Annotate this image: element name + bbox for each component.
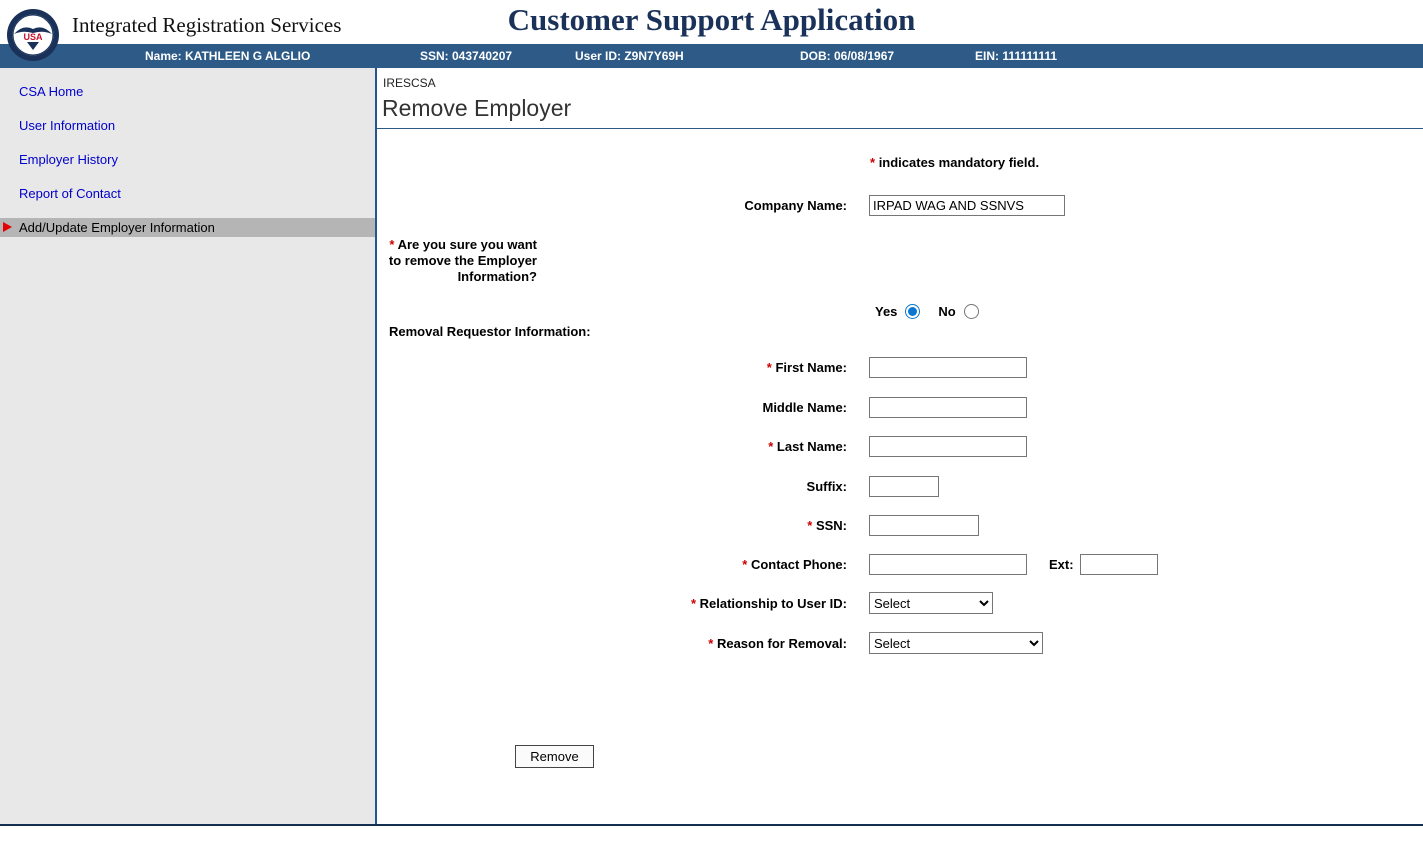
required-asterisk: * [708,636,713,651]
suffix-row: Suffix: [377,475,939,497]
contact-phone-label: * Contact Phone: [377,557,847,572]
contact-phone-row: * Contact Phone: Ext: [377,553,1158,575]
info-user-id: User ID: Z9N7Y69H [575,44,684,68]
sidebar-item-csa-home[interactable]: CSA Home [0,82,375,101]
active-item-arrow-icon [3,222,12,232]
middle-name-label: Middle Name: [377,400,847,415]
top-header: USA Integrated Registration Services Cus… [0,0,1423,44]
middle-name-input[interactable] [869,397,1027,418]
first-name-input[interactable] [869,357,1027,378]
contact-phone-input[interactable] [869,554,1027,575]
ext-label: Ext: [1049,557,1074,572]
user-info-bar: Name: KATHLEEN G ALGLIO SSN: 043740207 U… [0,44,1423,68]
relationship-row: * Relationship to User ID: Select [377,592,993,614]
org-name: Integrated Registration Services [72,13,341,38]
main-content: IRESCSA Remove Employer * indicates mand… [377,68,1423,824]
sidebar-item-report-of-contact[interactable]: Report of Contact [0,184,375,203]
ssn-input[interactable] [869,515,979,536]
sidebar-item-employer-history[interactable]: Employer History [0,150,375,169]
no-label: No [938,304,955,319]
required-asterisk: * [389,237,394,252]
page-title: Remove Employer [382,95,571,122]
required-asterisk: * [807,518,812,533]
reason-label: * Reason for Removal: [377,636,847,651]
required-asterisk: * [870,155,875,170]
first-name-row: * First Name: [377,356,1027,378]
company-name-input[interactable] [869,195,1065,216]
no-radio[interactable] [964,304,979,319]
sidebar-item-add-update-employer-information[interactable]: Add/Update Employer Information [0,218,375,237]
required-asterisk: * [768,439,773,454]
suffix-input[interactable] [869,476,939,497]
confirm-question: * Are you sure you want to remove the Em… [387,237,537,285]
mandatory-note: * indicates mandatory field. [870,155,1039,170]
reason-select[interactable]: Select [869,632,1043,654]
relationship-select[interactable]: Select [869,592,993,614]
suffix-label: Suffix: [377,479,847,494]
yes-radio[interactable] [905,304,920,319]
confirm-radio-group: Yes No [875,304,979,319]
middle-name-row: Middle Name: [377,396,1027,418]
first-name-label: * First Name: [377,360,847,375]
info-ein: EIN: 111111111 [975,44,1057,68]
requestor-section-heading: Removal Requestor Information: [389,324,591,339]
ssa-seal-icon: USA [6,8,60,62]
required-asterisk: * [691,596,696,611]
required-asterisk: * [742,557,747,572]
remove-button[interactable]: Remove [515,745,594,768]
yes-label: Yes [875,304,897,319]
required-asterisk: * [767,360,772,375]
info-dob: DOB: 06/08/1967 [800,44,894,68]
ext-input[interactable] [1080,554,1158,575]
info-name: Name: KATHLEEN G ALGLIO [145,44,310,68]
relationship-label: * Relationship to User ID: [377,596,847,611]
info-ssn: SSN: 043740207 [420,44,512,68]
company-name-label: Company Name: [377,198,847,213]
app-code: IRESCSA [383,76,436,90]
reason-row: * Reason for Removal: Select [377,632,1043,654]
last-name-row: * Last Name: [377,435,1027,457]
ssn-row: * SSN: [377,514,979,536]
sidebar: CSA Home User Information Employer Histo… [0,68,377,824]
last-name-input[interactable] [869,436,1027,457]
last-name-label: * Last Name: [377,439,847,454]
title-divider [377,128,1423,129]
sidebar-item-user-information[interactable]: User Information [0,116,375,135]
seal-usa-text: USA [23,32,43,42]
ssn-label: * SSN: [377,518,847,533]
company-name-row: Company Name: [377,194,1065,216]
